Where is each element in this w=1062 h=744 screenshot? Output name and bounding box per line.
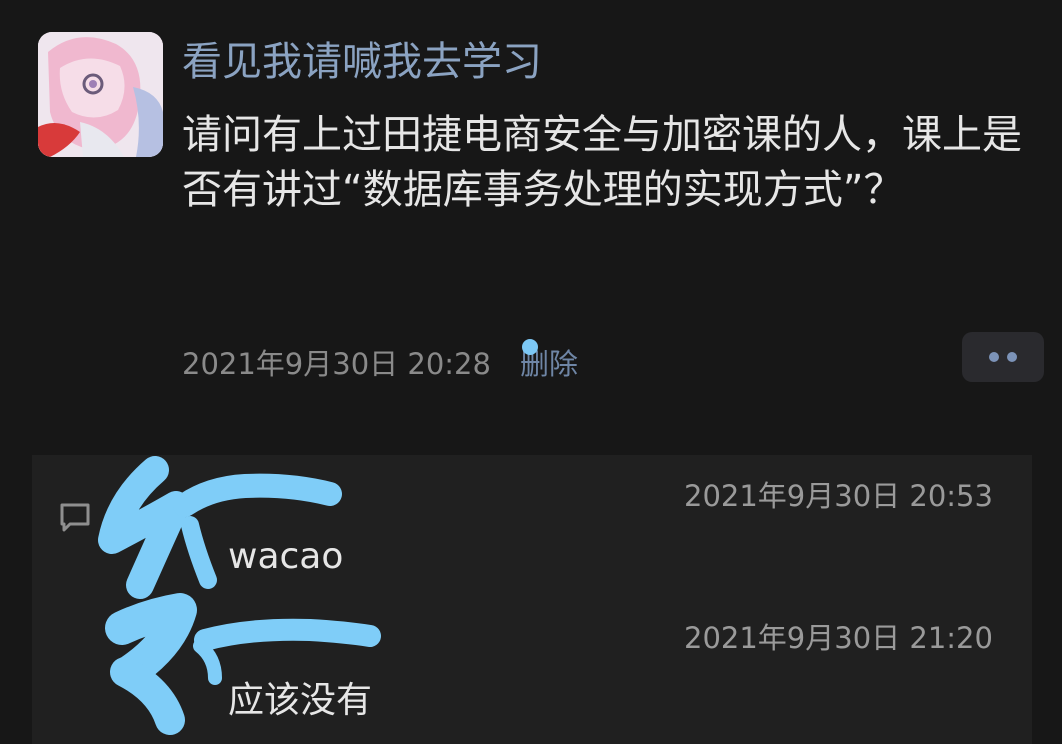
- comment-thread-page: 看见我请喊我去学习 请问有上过田捷电商安全与加密课的人，课上是否有讲过“数据库事…: [0, 0, 1062, 744]
- comment-timestamp: 2021年9月30日 20:53: [684, 479, 993, 513]
- post-timestamp: 2021年9月30日 20:28: [182, 347, 491, 381]
- comment-text: 应该没有: [228, 680, 373, 721]
- more-options-button[interactable]: [962, 332, 1044, 382]
- anime-avatar-icon: [38, 32, 163, 157]
- post-text: 请问有上过田捷电商安全与加密课的人，课上是否有讲过“数据库事务处理的实现方式”？: [182, 112, 1022, 213]
- comment-text: wacao: [228, 536, 344, 577]
- touch-indicator: [522, 339, 538, 355]
- more-dots-icon: [989, 352, 999, 362]
- avatar[interactable]: [38, 32, 163, 157]
- comment-timestamp: 2021年9月30日 21:20: [684, 621, 993, 655]
- comment-icon: [60, 503, 90, 532]
- post-author-name[interactable]: 看见我请喊我去学习: [182, 36, 542, 88]
- more-dots-icon: [1007, 352, 1017, 362]
